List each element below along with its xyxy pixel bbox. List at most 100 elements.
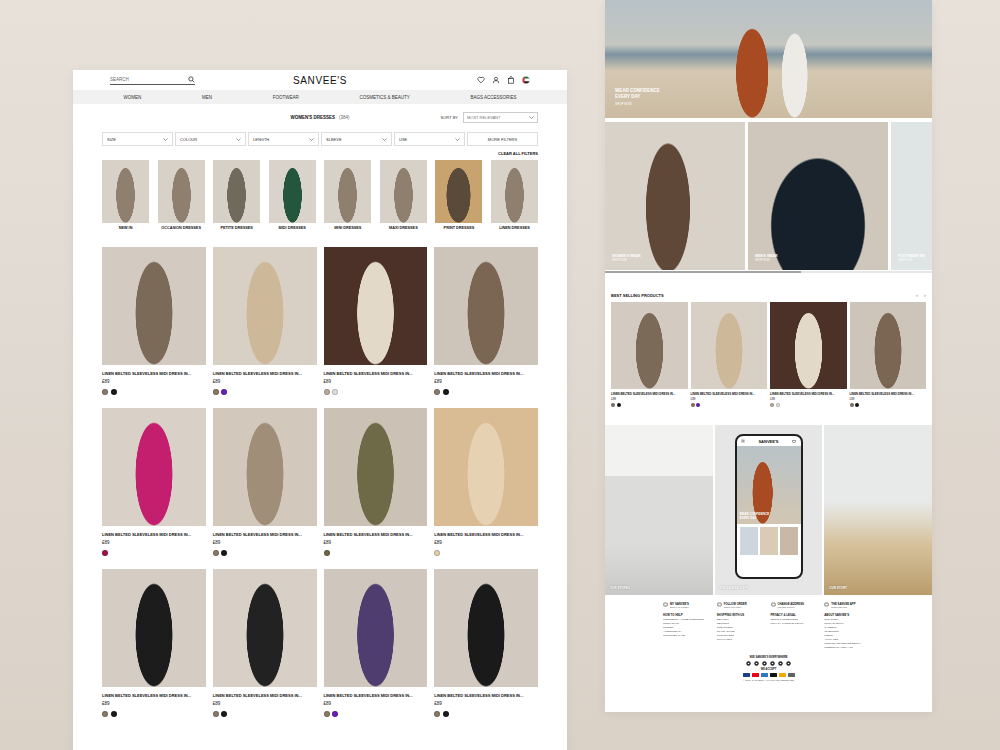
footer-link[interactable]: TERMS & CONDITIONS bbox=[771, 618, 821, 622]
footer-link[interactable]: CAREERS bbox=[824, 626, 874, 630]
colour-swatch[interactable] bbox=[111, 711, 117, 717]
social-icon[interactable] bbox=[762, 661, 767, 666]
category-tile[interactable]: MIDI DRESSES bbox=[269, 160, 316, 230]
product-card[interactable]: LINEN BELTED SLEEVELESS MIDI DRESS IN...… bbox=[102, 247, 206, 395]
footer-link[interactable]: CONTACT US bbox=[663, 622, 713, 626]
logo[interactable]: SANVEE'S bbox=[293, 75, 347, 86]
footer-link[interactable]: CUSTOMER CARE bbox=[663, 634, 713, 638]
footer-link[interactable]: INVESTORS bbox=[824, 630, 874, 634]
category-tile[interactable]: NEW IN bbox=[102, 160, 149, 230]
colour-swatch[interactable] bbox=[434, 550, 440, 556]
product-card[interactable]: LINEN BELTED SLEEVELESS MIDI DRESS IN...… bbox=[324, 247, 428, 395]
user-icon[interactable] bbox=[492, 76, 500, 84]
footer-link[interactable]: STYLE ADVICE bbox=[717, 630, 767, 634]
social-icon[interactable] bbox=[770, 661, 775, 666]
footer-link[interactable]: SUSTAINABILITY bbox=[824, 622, 874, 626]
category-tile[interactable]: OCCASION DRESSES bbox=[158, 160, 205, 230]
category-tile[interactable]: LINEN DRESSES bbox=[491, 160, 538, 230]
colour-swatch[interactable] bbox=[102, 550, 108, 556]
hero-link[interactable]: SHOP NOW bbox=[615, 102, 665, 106]
colour-swatch[interactable] bbox=[324, 550, 330, 556]
heart-icon[interactable] bbox=[477, 76, 485, 84]
nav-item[interactable]: COSMETICS & BEAUTY bbox=[359, 95, 409, 100]
product-card[interactable]: LINEN BELTED SLEEVELESS MIDI DRESS IN...… bbox=[102, 408, 206, 556]
colour-swatch[interactable] bbox=[221, 389, 227, 395]
info-panel[interactable]: OUR STORES bbox=[605, 425, 713, 595]
collection-link[interactable]: SHOP NOW bbox=[755, 259, 778, 262]
product-card[interactable]: LINEN BELTED SLEEVELESS MIDI DRESS IN...… bbox=[434, 408, 538, 556]
colour-swatch[interactable] bbox=[324, 389, 330, 395]
footer-link[interactable]: DELIVERY bbox=[717, 618, 767, 622]
footer-feature[interactable]: FOLLOW ORDERTrack your order bbox=[717, 602, 767, 609]
product-card[interactable]: LINEN BELTED SLEEVELESS MIDI DRESS IN...… bbox=[691, 302, 768, 407]
footer-link[interactable]: AFFILIATES bbox=[824, 638, 874, 642]
colour-swatch[interactable] bbox=[332, 389, 338, 395]
social-icon[interactable] bbox=[754, 661, 759, 666]
nav-item[interactable]: BAGS ACCESSORIES bbox=[471, 95, 517, 100]
footer-link[interactable]: PRESS bbox=[824, 634, 874, 638]
product-card[interactable]: LINEN BELTED SLEEVELESS MIDI DRESS IN...… bbox=[324, 569, 428, 717]
info-panel[interactable]: OUR STORY bbox=[824, 425, 932, 595]
colour-swatch[interactable] bbox=[332, 711, 338, 717]
colour-swatch[interactable] bbox=[102, 389, 108, 395]
footer-link[interactable]: RETURNS bbox=[717, 622, 767, 626]
product-card[interactable]: LINEN BELTED SLEEVELESS MIDI DRESS IN...… bbox=[213, 569, 317, 717]
footer-link[interactable]: PRIVACY & COOKIE POLICY bbox=[771, 622, 821, 626]
product-card[interactable]: LINEN BELTED SLEEVELESS MIDI DRESS IN...… bbox=[102, 569, 206, 717]
collection-link[interactable]: SHOP NOW bbox=[612, 259, 641, 262]
social-icon[interactable] bbox=[786, 661, 791, 666]
filter-dropdown[interactable]: SIZE bbox=[102, 132, 173, 146]
colour-swatch[interactable] bbox=[770, 403, 774, 407]
colour-swatch[interactable] bbox=[776, 403, 780, 407]
social-icon[interactable] bbox=[746, 661, 751, 666]
colour-swatch[interactable] bbox=[221, 550, 227, 556]
collection-card[interactable]: WOMEN'S WEARSHOP NOW bbox=[605, 122, 745, 270]
social-icon[interactable] bbox=[778, 661, 783, 666]
footer-link[interactable]: FREQUENTLY ASKED QUESTIONS bbox=[663, 618, 713, 622]
collection-card[interactable]: MEN'S WEARSHOP NOW bbox=[748, 122, 888, 270]
uae-flag-icon[interactable] bbox=[522, 76, 530, 84]
product-card[interactable]: LINEN BELTED SLEEVELESS MIDI DRESS IN...… bbox=[324, 408, 428, 556]
footer-link[interactable]: GIFT CARDS bbox=[717, 638, 767, 642]
carousel-scrollbar[interactable] bbox=[605, 271, 932, 273]
category-tile[interactable]: MAXI DRESSES bbox=[380, 160, 427, 230]
colour-swatch[interactable] bbox=[111, 389, 117, 395]
footer-link[interactable]: STORES bbox=[663, 626, 713, 630]
colour-swatch[interactable] bbox=[213, 711, 219, 717]
colour-swatch[interactable] bbox=[324, 711, 330, 717]
footer-link[interactable]: CORPORATE RESPONSIBILITY bbox=[824, 642, 874, 646]
colour-swatch[interactable] bbox=[611, 403, 615, 407]
collection-link[interactable]: SHOP NOW bbox=[898, 259, 925, 262]
product-card[interactable]: LINEN BELTED SLEEVELESS MIDI DRESS IN...… bbox=[850, 302, 927, 407]
category-tile[interactable]: MINI DRESSES bbox=[324, 160, 371, 230]
hero-banner[interactable]: WEAR CONFIDENCE EVERY DAYSHOP NOW bbox=[605, 0, 932, 118]
colour-swatch[interactable] bbox=[213, 550, 219, 556]
colour-swatch[interactable] bbox=[221, 711, 227, 717]
footer-feature[interactable]: THE SANVEE APPDownload now bbox=[824, 602, 874, 609]
colour-swatch[interactable] bbox=[691, 403, 695, 407]
footer-link[interactable]: MODERN SLAVERY ACT bbox=[824, 646, 874, 650]
colour-swatch[interactable] bbox=[850, 403, 854, 407]
footer-link[interactable]: ACCESSIBILITY bbox=[663, 630, 713, 634]
nav-item[interactable]: FOOTWEAR bbox=[273, 95, 299, 100]
search-field[interactable]: SEARCH bbox=[110, 76, 195, 85]
colour-swatch[interactable] bbox=[855, 403, 859, 407]
colour-swatch[interactable] bbox=[213, 389, 219, 395]
nav-item[interactable]: WOMEN bbox=[123, 95, 141, 100]
filter-dropdown[interactable]: COLOUR bbox=[175, 132, 246, 146]
colour-swatch[interactable] bbox=[102, 711, 108, 717]
search-icon[interactable] bbox=[188, 76, 195, 83]
category-tile[interactable]: PETITE DRESSES bbox=[213, 160, 260, 230]
more-filters-button[interactable]: MORE FILTERS bbox=[467, 132, 538, 146]
filter-dropdown[interactable]: SLEEVE bbox=[321, 132, 392, 146]
info-panel[interactable]: SANVEE'SWEAR CONFIDENCE EVERY DAYTHE SAN… bbox=[715, 425, 823, 595]
bag-icon[interactable] bbox=[507, 76, 515, 84]
footer-link[interactable]: OUR STORY bbox=[824, 618, 874, 622]
product-card[interactable]: LINEN BELTED SLEEVELESS MIDI DRESS IN...… bbox=[611, 302, 688, 407]
product-card[interactable]: LINEN BELTED SLEEVELESS MIDI DRESS IN...… bbox=[213, 247, 317, 395]
collection-card[interactable]: FOOTWEAR WESHOP NOW bbox=[891, 122, 932, 270]
filter-dropdown[interactable]: USE bbox=[394, 132, 465, 146]
footer-feature[interactable]: CHANGE ADDRESSManage delivery bbox=[771, 602, 821, 609]
footer-link[interactable]: SIZE GUIDES bbox=[717, 626, 767, 630]
nav-item[interactable]: MEN bbox=[202, 95, 212, 100]
